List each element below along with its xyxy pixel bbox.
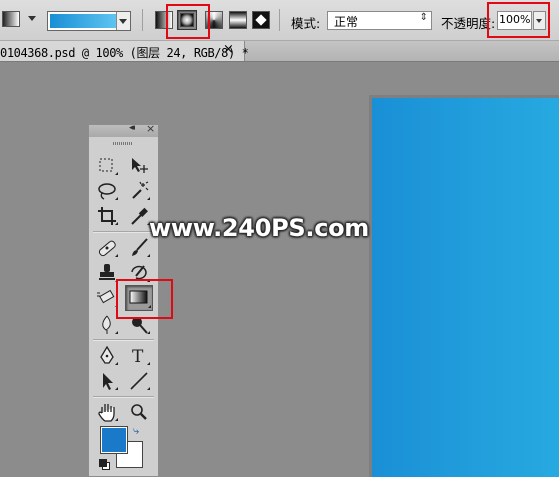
line-tool[interactable] [127, 370, 151, 392]
close-icon[interactable]: × [146, 122, 155, 135]
document-tab-bar: 0104368.psd @ 100% (图层 24, RGB/8) * × [0, 41, 559, 62]
divider [142, 9, 143, 31]
marquee-tool[interactable] [95, 155, 119, 177]
gradient-picker[interactable] [47, 11, 131, 31]
reflected-gradient-button[interactable] [229, 11, 247, 29]
zoom-tool[interactable] [127, 401, 151, 423]
more-tools-indicator [115, 222, 118, 225]
document-tab[interactable]: 0104368.psd @ 100% (图层 24, RGB/8) * × [0, 41, 249, 61]
document-canvas[interactable] [372, 98, 559, 477]
pen-tool[interactable] [95, 345, 119, 367]
more-tools-indicator [147, 362, 150, 365]
more-tools-indicator [115, 331, 118, 334]
brush-tool[interactable] [127, 237, 151, 259]
collapse-icon[interactable]: ◂◂ [129, 123, 135, 133]
move-icon [132, 158, 148, 173]
toolbox-grip[interactable] [113, 142, 133, 145]
more-tools-indicator [115, 197, 118, 200]
path-selection-tool[interactable] [95, 370, 119, 392]
tool-preset-icon[interactable] [2, 11, 20, 27]
swap-colors-icon[interactable]: ⤷ [133, 424, 139, 438]
more-tools-indicator [147, 197, 150, 200]
toolbox-divider [93, 396, 154, 398]
healing-brush-tool[interactable] [95, 237, 119, 259]
tool-preset-dropdown-icon[interactable] [28, 16, 36, 21]
more-tools-indicator [115, 387, 118, 390]
toolbox-divider [93, 339, 154, 341]
more-tools-indicator [147, 387, 150, 390]
more-tools-indicator [115, 362, 118, 365]
more-tools-indicator [115, 254, 118, 257]
foreground-color-swatch[interactable] [100, 426, 128, 454]
crop-tool[interactable] [95, 205, 119, 227]
mode-label: 模式: [291, 16, 321, 31]
close-icon[interactable]: × [223, 42, 234, 57]
zoom-icon [131, 404, 147, 420]
hand-tool[interactable] [95, 401, 119, 423]
mode-value: 正常 [334, 15, 359, 29]
quick-selection-tool[interactable] [127, 180, 151, 202]
diamond-gradient-button[interactable] [252, 11, 270, 29]
highlight-radial-gradient [166, 4, 210, 39]
mode-select[interactable]: 正常 ⇕ [327, 11, 432, 30]
svg-text:T: T [132, 347, 144, 367]
type-tool[interactable]: T [127, 345, 151, 367]
more-tools-indicator [115, 172, 118, 175]
more-tools-indicator [147, 331, 150, 334]
document-title: 0104368.psd @ 100% (图层 24, RGB/8) * [0, 46, 249, 60]
gradient-dropdown-icon[interactable] [116, 12, 130, 30]
move-tool[interactable] [127, 155, 151, 177]
divider [279, 9, 280, 31]
highlight-opacity [487, 2, 550, 38]
watermark: www.240PS.com [149, 214, 370, 242]
updown-arrows-icon: ⇕ [419, 12, 428, 23]
more-tools-indicator [147, 254, 150, 257]
toolbox-header[interactable]: ◂◂ × [89, 122, 158, 137]
gradient-swatch [50, 14, 116, 28]
eyedropper-tool[interactable] [127, 205, 151, 227]
more-tools-indicator [115, 418, 118, 421]
toolbox-divider [93, 231, 154, 233]
highlight-gradient-tool [116, 279, 173, 319]
default-colors-icon[interactable] [99, 459, 110, 470]
lasso-tool[interactable] [95, 180, 119, 202]
options-bar: 模式: 正常 ⇕ 不透明度: 100% [0, 0, 559, 41]
